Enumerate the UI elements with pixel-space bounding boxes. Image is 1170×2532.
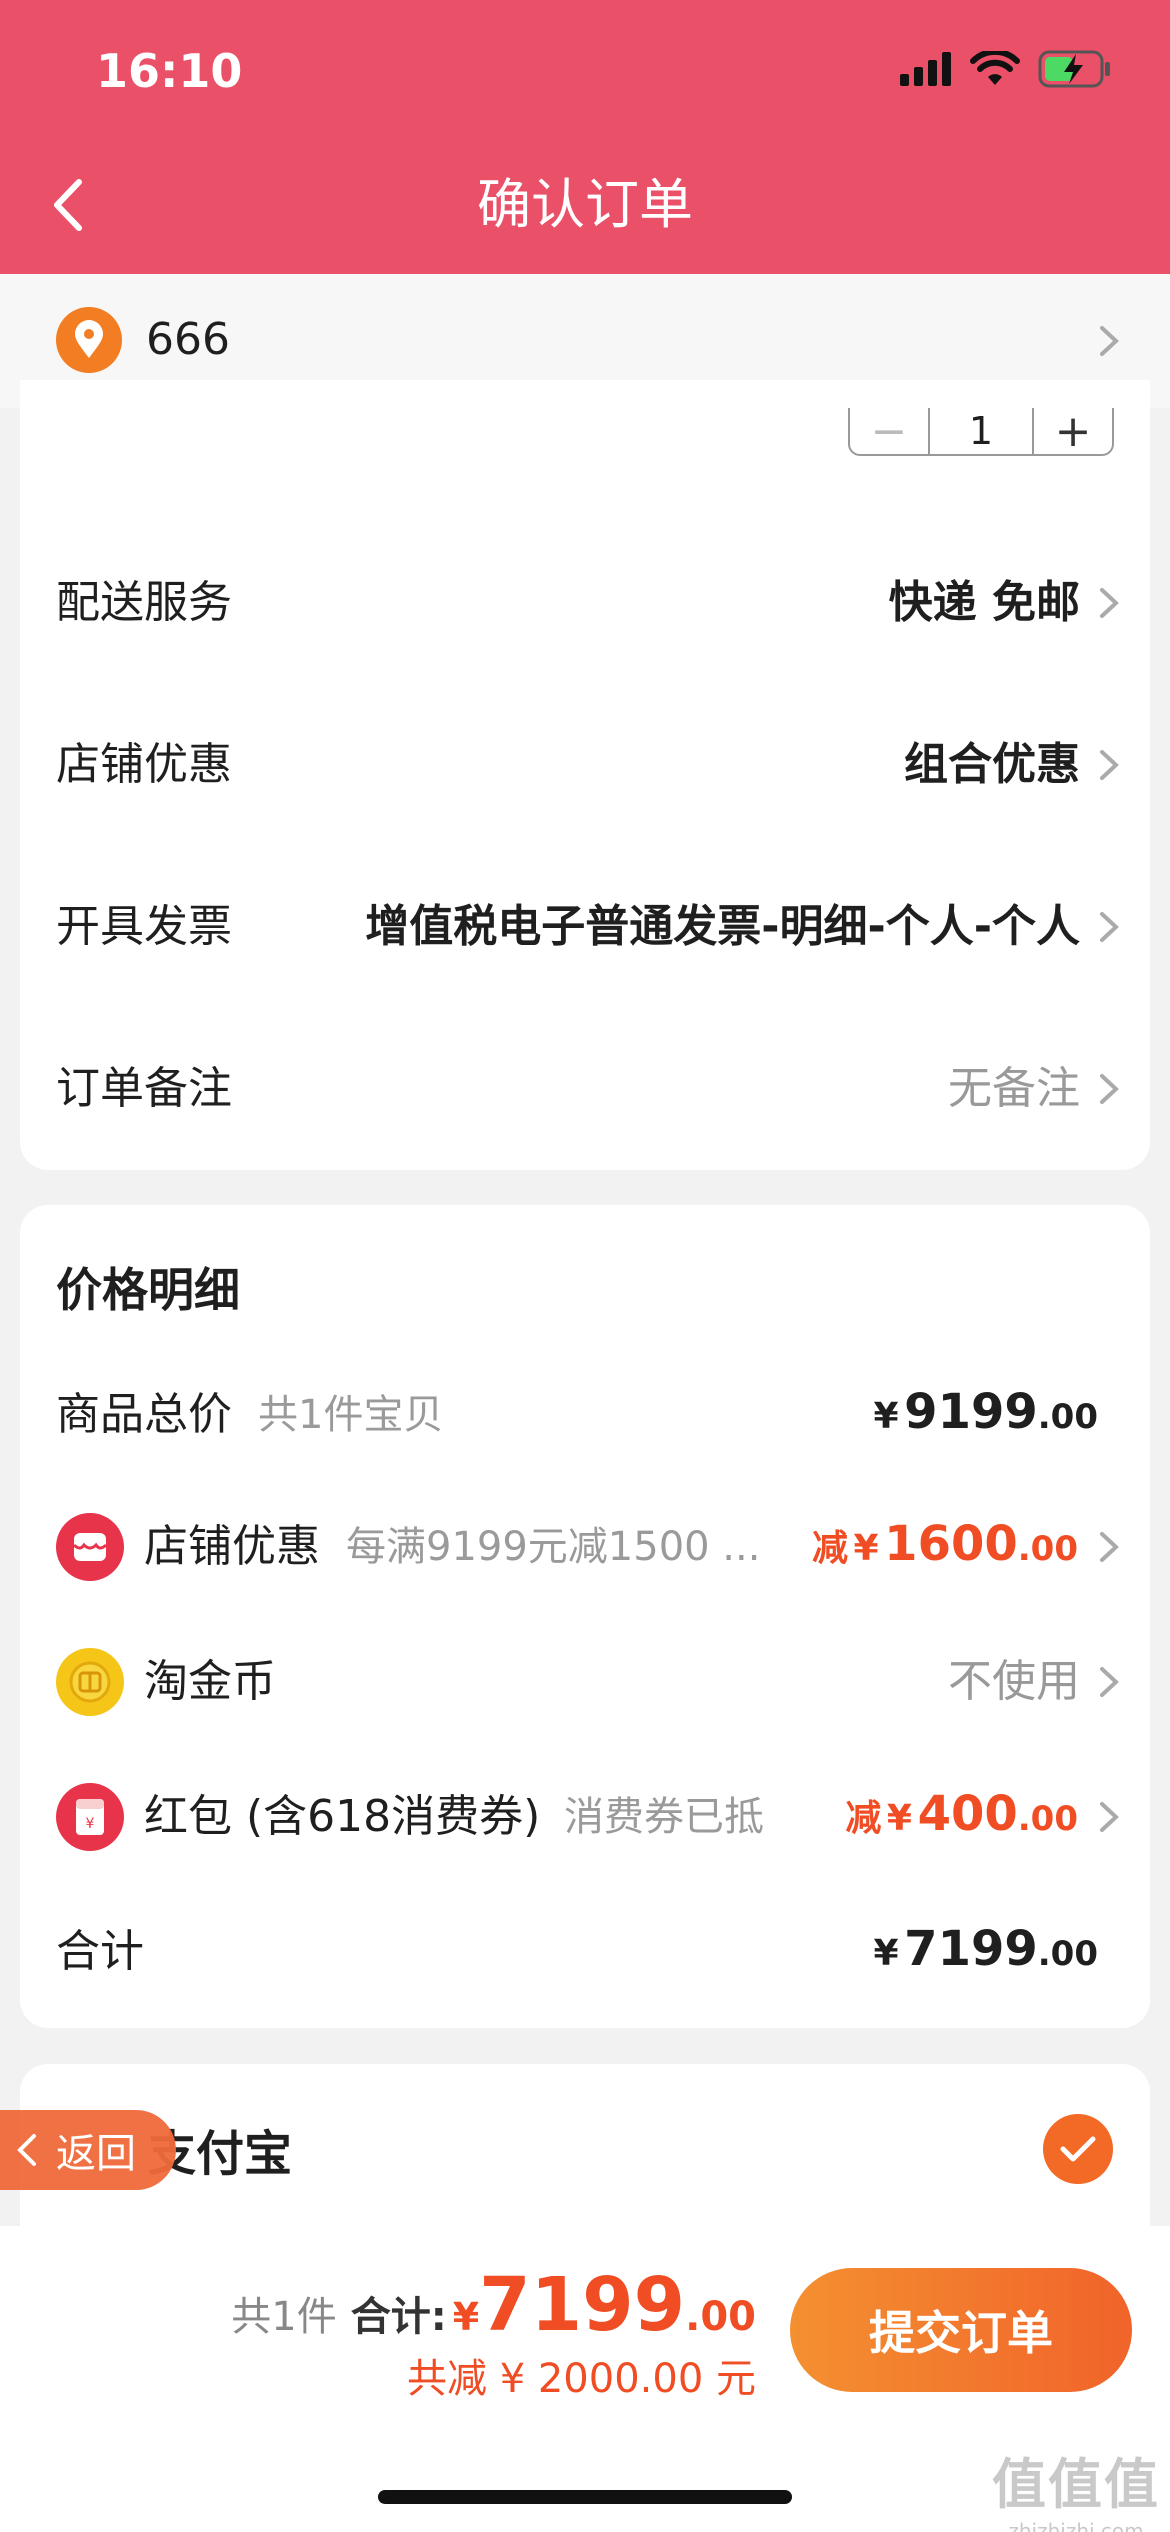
chevron-right-icon bbox=[1090, 908, 1128, 946]
chevron-right-icon bbox=[1090, 322, 1128, 360]
invoice-label: 开具发票 bbox=[56, 901, 232, 952]
sum-price: ¥ 7199.00 bbox=[873, 1921, 1098, 1977]
price-detail-card bbox=[20, 1205, 1150, 2028]
watermark-url: zhizhizhi.com bbox=[1008, 2519, 1144, 2532]
goods-total-label: 商品总价 bbox=[56, 1389, 232, 1440]
bottom-total: 共1件 合计: ¥ 7199 .00 bbox=[231, 2262, 756, 2348]
floating-back-button[interactable]: 返回 bbox=[0, 2110, 176, 2190]
signal-icon bbox=[900, 52, 952, 90]
quantity-stepper[interactable]: − 1 + bbox=[848, 406, 1114, 457]
shop-discount-rule: 每满9199元减1500 ... bbox=[346, 1524, 761, 1570]
chevron-right-icon bbox=[1090, 1798, 1128, 1836]
price-detail-title: 价格明细 bbox=[56, 1263, 240, 1317]
quantity-value[interactable]: 1 bbox=[928, 408, 1034, 454]
quantity-minus-button[interactable]: − bbox=[850, 406, 928, 457]
chevron-right-icon bbox=[1090, 1528, 1128, 1566]
goods-total-price: ¥ 9199.00 bbox=[873, 1384, 1098, 1440]
bottom-total-dec: .00 bbox=[685, 2294, 756, 2340]
location-pin-icon bbox=[56, 307, 122, 373]
shop-discount-value[interactable]: 组合优惠 bbox=[904, 737, 1080, 793]
submit-order-button[interactable]: 提交订单 bbox=[790, 2268, 1132, 2392]
remark-value[interactable]: 无备注 bbox=[948, 1061, 1080, 1117]
chevron-right-icon bbox=[1090, 1663, 1128, 1701]
shop-icon bbox=[56, 1513, 124, 1581]
chevron-right-icon bbox=[1090, 746, 1128, 784]
bottom-count: 共1件 bbox=[231, 2294, 337, 2340]
chevron-right-icon bbox=[1090, 584, 1128, 622]
bottom-total-int: 7199 bbox=[479, 2262, 686, 2348]
gold-coin-icon bbox=[56, 1648, 124, 1716]
red-packet-sub: 消费券已抵 bbox=[564, 1794, 764, 1840]
header: 16:10 确认订单 bbox=[0, 0, 1170, 274]
home-indicator[interactable] bbox=[378, 2490, 792, 2504]
wifi-icon bbox=[970, 48, 1020, 91]
goods-count: 共1件宝贝 bbox=[258, 1392, 444, 1438]
quantity-plus-button[interactable]: + bbox=[1034, 406, 1112, 457]
chevron-right-icon bbox=[1090, 1070, 1128, 1108]
check-icon[interactable] bbox=[1043, 2114, 1113, 2184]
coin-value[interactable]: 不使用 bbox=[948, 1654, 1080, 1710]
address-name: 666 bbox=[146, 314, 230, 365]
coin-label: 淘金币 bbox=[144, 1656, 276, 1707]
red-packet-label: 红包 (含618消费券) bbox=[144, 1791, 541, 1842]
remark-label: 订单备注 bbox=[56, 1063, 232, 1114]
page-title: 确认订单 bbox=[477, 173, 693, 236]
shop-discount-label: 店铺优惠 bbox=[56, 739, 232, 790]
watermark: 值值值 zhizhizhi.com bbox=[992, 2440, 1160, 2532]
red-packet-icon: ¥ bbox=[56, 1783, 124, 1851]
battery-icon bbox=[1038, 50, 1112, 92]
invoice-value[interactable]: 增值税电子普通发票-明细-个人-个人 bbox=[365, 899, 1080, 955]
red-packet-amount[interactable]: 减 ¥ 400.00 bbox=[845, 1786, 1078, 1842]
bottom-total-label: 合计: bbox=[350, 2294, 447, 2340]
back-arrow-icon bbox=[17, 2134, 36, 2166]
bottom-saved: 共减 ¥ 2000.00 元 bbox=[406, 2356, 756, 2402]
watermark-logo: 值值值 bbox=[992, 2453, 1160, 2516]
status-time: 16:10 bbox=[96, 44, 243, 98]
shop-discount-detail-label: 店铺优惠 bbox=[144, 1521, 320, 1572]
shop-discount-amount[interactable]: 减 ¥ 1600.00 bbox=[812, 1516, 1078, 1572]
svg-text:¥: ¥ bbox=[86, 1816, 95, 1832]
bottom-currency: ¥ bbox=[452, 2295, 480, 2339]
status-icons bbox=[900, 48, 1112, 92]
floating-back-label: 返回 bbox=[56, 2131, 136, 2177]
sum-label: 合计 bbox=[56, 1926, 144, 1977]
delivery-value[interactable]: 快递 免邮 bbox=[889, 575, 1080, 631]
delivery-label: 配送服务 bbox=[56, 577, 232, 628]
